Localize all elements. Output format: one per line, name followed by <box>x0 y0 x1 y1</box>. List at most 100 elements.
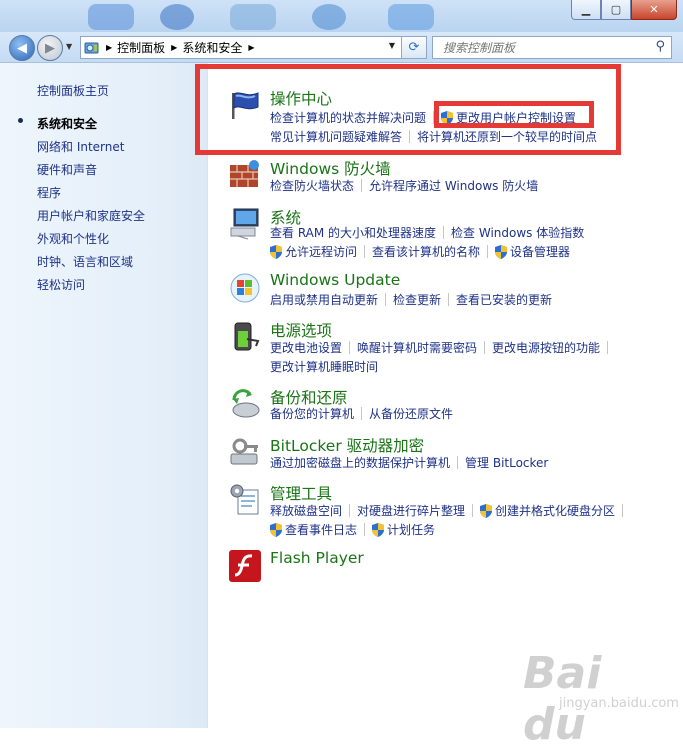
partition-link[interactable]: 创建并格式化硬盘分区 <box>495 502 615 519</box>
event-log-link[interactable]: 查看事件日志 <box>285 521 357 538</box>
refresh-icon: ⟳ <box>408 40 420 55</box>
link-separator <box>385 293 387 306</box>
baidu-watermark: Bai du jingyan.baidu.com <box>523 648 679 750</box>
battery-icon <box>234 322 260 351</box>
sidebar-item-user-accounts[interactable]: 用户帐户和家庭安全 <box>37 208 145 231</box>
uac-shield-icon <box>270 523 282 537</box>
link-separator <box>622 504 624 517</box>
arrow-left-icon: ◀ <box>17 40 27 56</box>
link-separator <box>607 341 609 354</box>
sidebar-item-appearance[interactable]: 外观和个性化 <box>37 231 145 254</box>
uac-shield-icon <box>480 504 493 518</box>
uac-shield-icon <box>372 523 385 537</box>
blurred-taskbar-icon <box>230 4 276 30</box>
link-separator <box>484 341 486 354</box>
remote-access-link[interactable]: 允许远程访问 <box>285 243 357 260</box>
windows-update-title[interactable]: Windows Update <box>270 271 400 289</box>
link-separator <box>349 504 351 517</box>
backup-computer-link[interactable]: 备份您的计算机 <box>270 405 354 422</box>
back-button[interactable]: ◀ <box>9 35 35 61</box>
current-section-bullet <box>18 118 23 123</box>
sidebar-item-network[interactable]: 网络和 Internet <box>37 139 145 162</box>
sidebar-item-system-security: 系统和安全 <box>37 117 98 131</box>
navigation-bar: ◀ ▶ ▼ ▶ 控制面板 ▶ 系统和安全 ▶ ▼ ⟳ ⚲ <box>0 32 683 63</box>
title-bar: ▁ ▢ ✕ <box>0 0 683 32</box>
encrypt-data-link[interactable]: 通过加密磁盘上的数据保护计算机 <box>270 454 450 471</box>
task-scheduler-link[interactable]: 计划任务 <box>387 521 435 538</box>
backup-icon <box>232 389 260 418</box>
sidebar-item-hardware[interactable]: 硬件和声音 <box>37 162 145 185</box>
uac-shield-icon <box>270 245 282 259</box>
flash-player-title[interactable]: Flash Player <box>270 549 364 567</box>
forward-button[interactable]: ▶ <box>37 35 63 61</box>
sidebar-item-clock-region[interactable]: 时钟、语言和区域 <box>37 254 145 277</box>
link-separator <box>448 293 450 306</box>
sidebar-item-ease-of-access[interactable]: 轻松访问 <box>37 277 145 300</box>
minimize-button[interactable]: ▁ <box>571 0 601 20</box>
search-icon[interactable]: ⚲ <box>655 39 665 54</box>
main-content: 操作中心 检查计算机的状态并解决问题 更改用户帐户控制设置 常见计算机问题疑难解答… <box>208 63 683 728</box>
firewall-icon <box>230 160 259 187</box>
flash-player-icon <box>229 550 261 582</box>
blurred-taskbar-icon <box>312 4 346 30</box>
link-separator <box>364 245 366 258</box>
admin-tools-title[interactable]: 管理工具 <box>270 482 332 504</box>
experience-index-link[interactable]: 检查 Windows 体验指数 <box>451 224 584 241</box>
sleep-time-link[interactable]: 更改计算机睡眠时间 <box>270 358 378 375</box>
power-options-title[interactable]: 电源选项 <box>270 319 332 341</box>
link-separator <box>361 179 363 192</box>
breadcrumb-separator[interactable]: ▶ <box>171 43 177 52</box>
close-button[interactable]: ✕ <box>631 0 677 20</box>
breadcrumb-separator[interactable]: ▶ <box>248 43 254 52</box>
sidebar-item-programs[interactable]: 程序 <box>37 185 145 208</box>
address-bar[interactable]: ▶ 控制面板 ▶ 系统和安全 ▶ ▼ <box>80 36 402 59</box>
breadcrumb-separator[interactable]: ▶ <box>106 43 112 52</box>
auto-update-link[interactable]: 启用或禁用自动更新 <box>270 291 378 308</box>
recent-pages-dropdown[interactable]: ▼ <box>66 42 72 51</box>
left-navigation-pane: 控制面板主页 系统和安全 网络和 Internet 硬件和声音 程序 用户帐户和… <box>0 63 208 728</box>
device-manager-link[interactable]: 设备管理器 <box>510 243 570 260</box>
windows-update-icon <box>230 273 260 303</box>
battery-settings-link[interactable]: 更改电池设置 <box>270 339 342 356</box>
check-updates-link[interactable]: 检查更新 <box>393 291 441 308</box>
control-panel-home-link[interactable]: 控制面板主页 <box>37 82 109 99</box>
link-separator <box>443 226 445 239</box>
link-separator <box>487 245 489 258</box>
disk-cleanup-link[interactable]: 释放磁盘空间 <box>270 502 342 519</box>
computer-icon <box>230 208 259 240</box>
highlight-box-uac-link <box>434 101 594 128</box>
installed-updates-link[interactable]: 查看已安装的更新 <box>456 291 552 308</box>
search-box[interactable]: ⚲ <box>432 36 672 59</box>
computer-name-link[interactable]: 查看该计算机的名称 <box>372 243 480 260</box>
link-separator <box>364 523 366 536</box>
wake-password-link[interactable]: 唤醒计算机时需要密码 <box>357 339 477 356</box>
defragment-link[interactable]: 对硬盘进行碎片整理 <box>357 502 465 519</box>
link-separator <box>457 456 459 469</box>
refresh-button[interactable]: ⟳ <box>401 36 427 59</box>
allow-program-link[interactable]: 允许程序通过 Windows 防火墙 <box>369 177 538 194</box>
maximize-button[interactable]: ▢ <box>601 0 631 20</box>
blurred-taskbar-icon <box>160 4 194 30</box>
blurred-taskbar-icon <box>88 4 134 30</box>
ram-cpu-link[interactable]: 查看 RAM 的大小和处理器速度 <box>270 224 436 241</box>
bitlocker-icon <box>230 438 258 465</box>
restore-files-link[interactable]: 从备份还原文件 <box>369 405 453 422</box>
bitlocker-title[interactable]: BitLocker 驱动器加密 <box>270 434 424 456</box>
address-dropdown[interactable]: ▼ <box>389 41 395 50</box>
watermark-url: jingyan.baidu.com <box>559 696 679 711</box>
link-separator <box>349 341 351 354</box>
breadcrumb-system-security[interactable]: 系统和安全 <box>182 39 242 56</box>
control-panel-icon <box>84 42 99 53</box>
search-input[interactable] <box>441 39 645 56</box>
manage-bitlocker-link[interactable]: 管理 BitLocker <box>465 454 548 471</box>
firewall-status-link[interactable]: 检查防火墙状态 <box>270 177 354 194</box>
arrow-right-icon: ▶ <box>45 40 55 56</box>
blurred-taskbar-icon <box>388 4 434 30</box>
uac-shield-icon <box>495 245 508 259</box>
power-button-link[interactable]: 更改电源按钮的功能 <box>492 339 600 356</box>
breadcrumb-control-panel[interactable]: 控制面板 <box>117 39 165 56</box>
firewall-title[interactable]: Windows 防火墙 <box>270 157 391 179</box>
admin-tools-icon <box>230 484 259 515</box>
link-separator <box>472 504 474 517</box>
link-separator <box>361 407 363 420</box>
